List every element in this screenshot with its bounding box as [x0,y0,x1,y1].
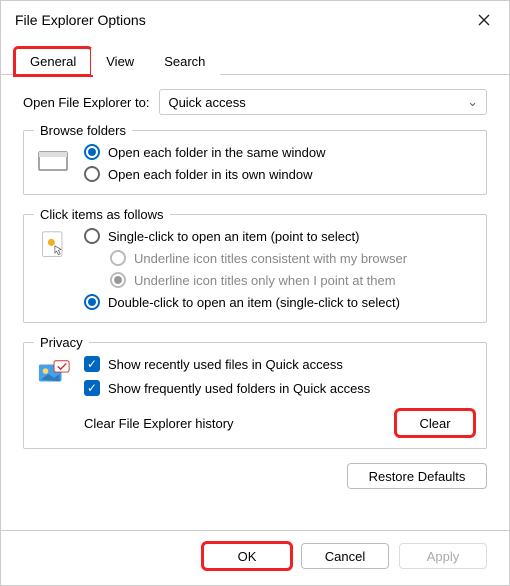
checkbox-recent-files[interactable]: ✓ Show recently used files in Quick acce… [84,356,476,372]
checkbox-icon: ✓ [84,380,100,396]
click-items-group: Click items as follows Single-click to o… [23,207,487,323]
open-explorer-row: Open File Explorer to: Quick access ⌄ [23,89,487,115]
dialog-footer: OK Cancel Apply [1,530,509,585]
chevron-down-icon: ⌄ [467,94,478,110]
radio-label: Underline icon titles only when I point … [134,273,396,288]
privacy-group: Privacy ✓ Show recently use [23,335,487,449]
tab-strip: General View Search [1,39,509,75]
close-icon[interactable] [469,5,499,35]
radio-underline-browser: Underline icon titles consistent with my… [110,250,476,266]
radio-label: Open each folder in the same window [108,145,326,160]
open-explorer-select[interactable]: Quick access ⌄ [159,89,487,115]
browse-folders-icon [34,144,74,182]
tab-general[interactable]: General [15,48,91,75]
window-title: File Explorer Options [15,12,146,28]
checkbox-icon: ✓ [84,356,100,372]
apply-button: Apply [399,543,487,569]
browse-folders-legend: Browse folders [34,123,132,138]
clear-button[interactable]: Clear [396,410,474,436]
radio-label: Double-click to open an item (single-cli… [108,295,400,310]
ok-button[interactable]: OK [203,543,291,569]
privacy-legend: Privacy [34,335,89,350]
radio-same-window[interactable]: Open each folder in the same window [84,144,476,160]
click-items-icon [34,228,74,310]
radio-icon [84,144,100,160]
tab-content-general: Open File Explorer to: Quick access ⌄ Br… [1,75,509,530]
checkbox-label: Show recently used files in Quick access [108,357,343,372]
radio-icon [84,166,100,182]
click-items-legend: Click items as follows [34,207,170,222]
restore-defaults-button[interactable]: Restore Defaults [347,463,487,489]
radio-label: Underline icon titles consistent with my… [134,251,407,266]
radio-icon [84,294,100,310]
titlebar: File Explorer Options [1,1,509,39]
radio-label: Single-click to open an item (point to s… [108,229,359,244]
radio-icon [84,228,100,244]
browse-folders-group: Browse folders Open each folder in the s… [23,123,487,195]
checkbox-label: Show frequently used folders in Quick ac… [108,381,370,396]
radio-icon [110,272,126,288]
open-explorer-value: Quick access [168,95,245,110]
open-explorer-label: Open File Explorer to: [23,95,149,110]
radio-label: Open each folder in its own window [108,167,313,182]
tab-view[interactable]: View [91,48,149,75]
radio-icon [110,250,126,266]
cancel-button[interactable]: Cancel [301,543,389,569]
radio-double-click[interactable]: Double-click to open an item (single-cli… [84,294,476,310]
radio-single-click[interactable]: Single-click to open an item (point to s… [84,228,476,244]
privacy-icon [34,356,74,436]
radio-own-window[interactable]: Open each folder in its own window [84,166,476,182]
clear-history-label: Clear File Explorer history [84,416,234,431]
dialog-window: File Explorer Options General View Searc… [0,0,510,586]
checkbox-frequent-folders[interactable]: ✓ Show frequently used folders in Quick … [84,380,476,396]
tab-search[interactable]: Search [149,48,220,75]
radio-underline-point: Underline icon titles only when I point … [110,272,476,288]
